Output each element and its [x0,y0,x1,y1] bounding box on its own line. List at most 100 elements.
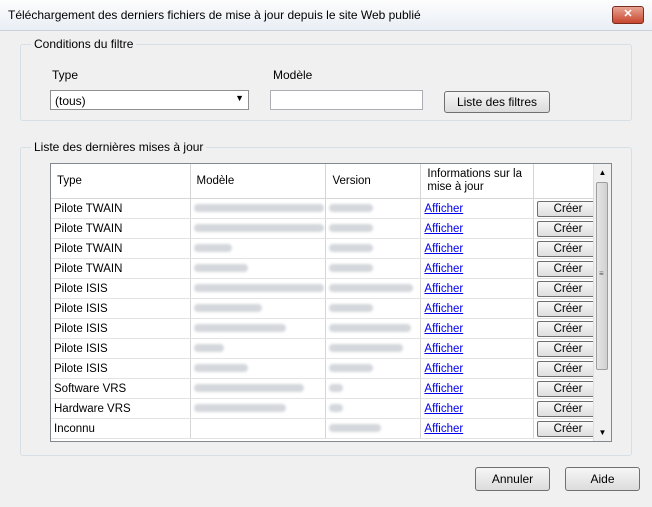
create-button[interactable]: Créer [537,400,600,417]
model-input[interactable] [270,90,423,110]
type-select[interactable]: (tous) ▼ [50,90,249,110]
redacted-model [193,264,248,273]
row-model [190,398,327,419]
scroll-down-icon[interactable]: ▼ [594,424,611,441]
redacted-model [193,204,324,213]
row-model [190,378,327,399]
row-version [325,278,422,299]
show-info-link[interactable]: Afficher [424,343,463,355]
redacted-version [329,204,374,213]
row-info: Afficher [420,218,535,239]
row-type: Software VRS [51,378,191,399]
show-info-link[interactable]: Afficher [424,383,463,395]
table-row[interactable]: Pilote TWAIN Afficher Créer [51,218,611,239]
create-button[interactable]: Créer [537,260,600,277]
table-row[interactable]: Pilote ISIS Afficher Créer [51,338,611,359]
row-type: Pilote TWAIN [51,258,191,279]
row-type: Pilote ISIS [51,358,191,379]
table-row[interactable]: Pilote ISIS Afficher Créer [51,298,611,319]
table-row[interactable]: Pilote ISIS Afficher Créer [51,358,611,379]
row-version [325,238,422,259]
show-info-link[interactable]: Afficher [424,283,463,295]
column-header-model[interactable]: Modèle [190,164,327,199]
table-row[interactable]: Pilote TWAIN Afficher Créer [51,258,611,279]
show-info-link[interactable]: Afficher [424,423,463,435]
row-version [325,258,422,279]
row-info: Afficher [420,298,535,319]
redacted-version [329,284,414,293]
row-info: Afficher [420,318,535,339]
row-version [325,398,422,419]
create-button[interactable]: Créer [537,420,600,437]
scrollbar-thumb[interactable]: ≡ [596,182,608,370]
redacted-model [193,384,304,393]
row-version [325,358,422,379]
show-info-link[interactable]: Afficher [424,303,463,315]
scroll-up-icon[interactable]: ▲ [594,164,611,181]
table-row[interactable]: Pilote ISIS Afficher Créer [51,278,611,299]
row-info: Afficher [420,398,535,419]
grip-icon: ≡ [599,269,604,278]
redacted-version [329,224,374,233]
row-model [190,198,327,219]
column-header-type[interactable]: Type [51,164,191,199]
row-type: Pilote ISIS [51,278,191,299]
redacted-model [193,244,232,253]
row-model [190,258,327,279]
show-info-link[interactable]: Afficher [424,243,463,255]
row-version [325,318,422,339]
show-info-link[interactable]: Afficher [424,203,463,215]
chevron-down-icon[interactable]: ▼ [235,93,244,103]
row-version [325,418,422,439]
column-header-version[interactable]: Version [325,164,422,199]
updates-table: Type Modèle Version Informations sur la … [50,163,612,442]
row-model [190,338,327,359]
show-info-link[interactable]: Afficher [424,363,463,375]
create-button[interactable]: Créer [537,380,600,397]
create-button[interactable]: Créer [537,340,600,357]
filter-list-button[interactable]: Liste des filtres [444,91,550,113]
show-info-link[interactable]: Afficher [424,263,463,275]
model-label: Modèle [273,68,313,82]
row-model [190,418,327,439]
row-model [190,218,327,239]
redacted-model [193,344,224,353]
close-button[interactable]: ✕ [612,6,644,24]
row-type: Pilote TWAIN [51,198,191,219]
table-row[interactable]: Software VRS Afficher Créer [51,378,611,399]
cancel-button[interactable]: Annuler [475,467,550,491]
row-version [325,338,422,359]
row-type: Inconnu [51,418,191,439]
type-select-value: (tous) [55,94,86,108]
redacted-version [329,384,344,393]
row-version [325,198,422,219]
create-button[interactable]: Créer [537,300,600,317]
row-info: Afficher [420,278,535,299]
table-row[interactable]: Inconnu Afficher Créer [51,418,611,439]
table-row[interactable]: Hardware VRS Afficher Créer [51,398,611,419]
show-info-link[interactable]: Afficher [424,223,463,235]
create-button[interactable]: Créer [537,280,600,297]
row-type: Hardware VRS [51,398,191,419]
row-type: Pilote TWAIN [51,218,191,239]
table-row[interactable]: Pilote ISIS Afficher Créer [51,318,611,339]
row-model [190,358,327,379]
help-button[interactable]: Aide [565,467,640,491]
row-type: Pilote ISIS [51,298,191,319]
create-button[interactable]: Créer [537,320,600,337]
show-info-link[interactable]: Afficher [424,403,463,415]
create-button[interactable]: Créer [537,200,600,217]
redacted-model [193,324,286,333]
row-info: Afficher [420,338,535,359]
create-button[interactable]: Créer [537,360,600,377]
vertical-scrollbar[interactable]: ▲ ≡ ▼ [593,164,611,441]
show-info-link[interactable]: Afficher [424,323,463,335]
row-version [325,218,422,239]
table-row[interactable]: Pilote TWAIN Afficher Créer [51,238,611,259]
column-header-info[interactable]: Informations sur la mise à jour [420,164,535,199]
row-model [190,238,327,259]
create-button[interactable]: Créer [537,240,600,257]
table-row[interactable]: Pilote TWAIN Afficher Créer [51,198,611,219]
create-button[interactable]: Créer [537,220,600,237]
row-model [190,278,327,299]
